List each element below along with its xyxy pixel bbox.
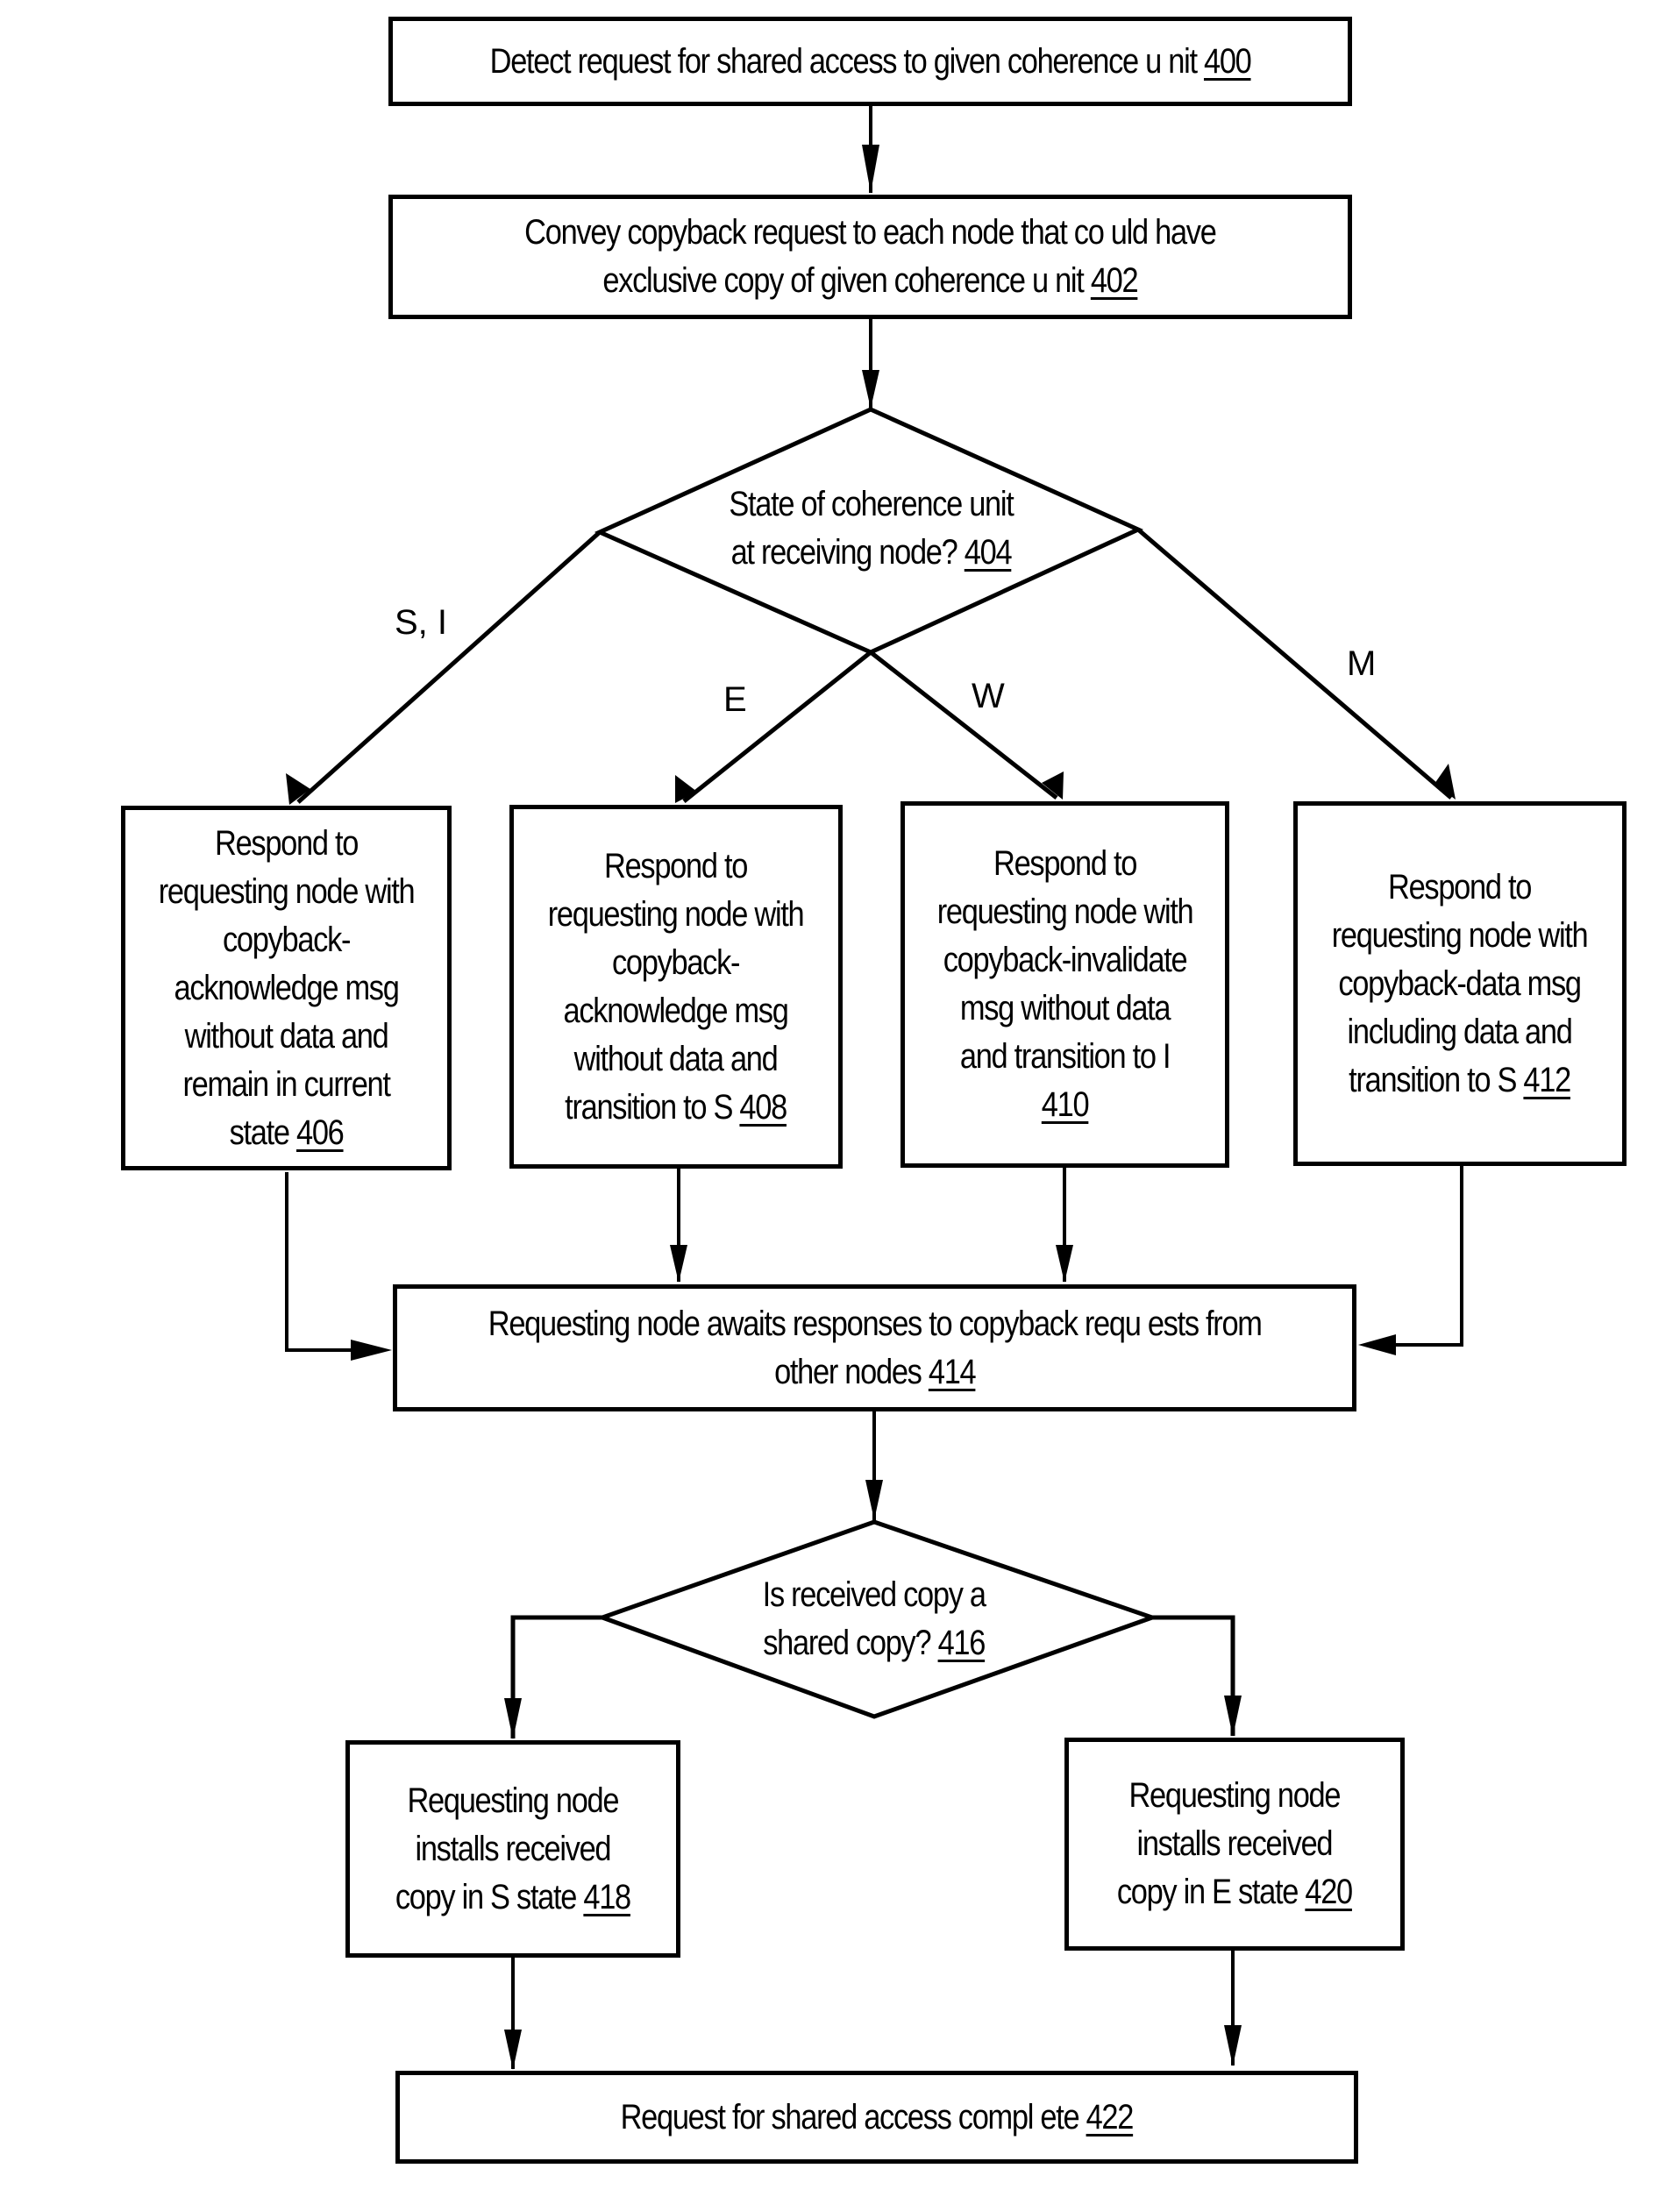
process-box-420: Requesting node installs received copy i… <box>1064 1738 1405 1951</box>
process-box-418: Requesting node installs received copy i… <box>345 1740 680 1958</box>
edge-416-418 <box>510 1615 602 1738</box>
box-402-text: Convey copyback request to each node tha… <box>524 213 1217 300</box>
process-box-406: Respond to requesting node with copyback… <box>121 806 452 1170</box>
ref-number: 418 <box>583 1877 632 1916</box>
box-408-text: Respond to requesting node with copyback… <box>548 846 805 1127</box>
decision-416-text: Is received copy a shared copy? 416 <box>762 1575 986 1662</box>
box-418-text: Requesting node installs received copy i… <box>395 1781 632 1916</box>
arrowhead <box>1056 1245 1073 1283</box>
arrowhead <box>504 2030 522 2070</box>
box-420-text: Requesting node installs received copy i… <box>1116 1776 1354 1911</box>
arrowhead <box>1224 1696 1242 1737</box>
process-box-414: Requesting node awaits responses to copy… <box>393 1284 1356 1411</box>
box-406-text: Respond to requesting node with copyback… <box>158 823 416 1152</box>
edge-label-m: M <box>1347 644 1377 683</box>
box-400-text: Detect request for shared access to give… <box>489 41 1252 81</box>
ref-number: 410 <box>1041 1085 1090 1124</box>
terminal-box-422: Request for shared access compl ete 422 <box>395 2071 1358 2164</box>
box-422-text: Request for shared access compl ete 422 <box>620 2097 1135 2136</box>
ref-number: 406 <box>295 1113 345 1152</box>
ref-number: 402 <box>1090 261 1139 300</box>
edge-label-w: W <box>972 677 1005 715</box>
arrowhead <box>670 1245 687 1283</box>
arrowhead <box>862 370 879 409</box>
edge-404-410 <box>869 651 1058 800</box>
edge-406-414 <box>285 1172 368 1352</box>
process-box-410: Respond to requesting node with copyback… <box>901 801 1229 1168</box>
ref-number: 420 <box>1305 1873 1354 1911</box>
decision-404-text: State of coherence unit at receiving nod… <box>728 485 1014 572</box>
ref-number: 422 <box>1086 2097 1135 2136</box>
arrowhead <box>865 1480 883 1520</box>
process-box-402: Convey copyback request to each node tha… <box>388 195 1352 319</box>
arrowhead <box>504 1698 522 1739</box>
edge-404-406 <box>296 530 602 804</box>
arrowhead <box>1224 2025 1242 2066</box>
process-box-408: Respond to requesting node with copyback… <box>509 805 843 1169</box>
edge-label-e: E <box>723 680 747 719</box>
arrowhead <box>351 1340 392 1361</box>
arrowhead <box>1358 1334 1396 1355</box>
ref-number: 408 <box>739 1087 788 1127</box>
box-410-text: Respond to requesting node with copyback… <box>936 844 1194 1124</box>
edge-label-s-i: S, I <box>395 603 448 642</box>
box-412-text: Respond to requesting node with copyback… <box>1332 867 1589 1099</box>
ref-number: 416 <box>937 1624 986 1662</box>
ref-number: 400 <box>1203 41 1252 81</box>
ref-number: 414 <box>928 1352 977 1391</box>
ref-number: 412 <box>1523 1060 1572 1099</box>
process-box-400: Detect request for shared access to give… <box>388 17 1352 106</box>
ref-number: 404 <box>964 533 1012 572</box>
process-box-412: Respond to requesting node with copyback… <box>1293 801 1627 1166</box>
edge-404-408 <box>682 651 872 803</box>
arrowhead <box>862 145 879 193</box>
box-414-text: Requesting node awaits responses to copy… <box>488 1304 1263 1391</box>
edge-412-414 <box>1381 1166 1463 1347</box>
edge-404-412 <box>1136 528 1453 800</box>
edge-416-420 <box>1152 1615 1235 1736</box>
